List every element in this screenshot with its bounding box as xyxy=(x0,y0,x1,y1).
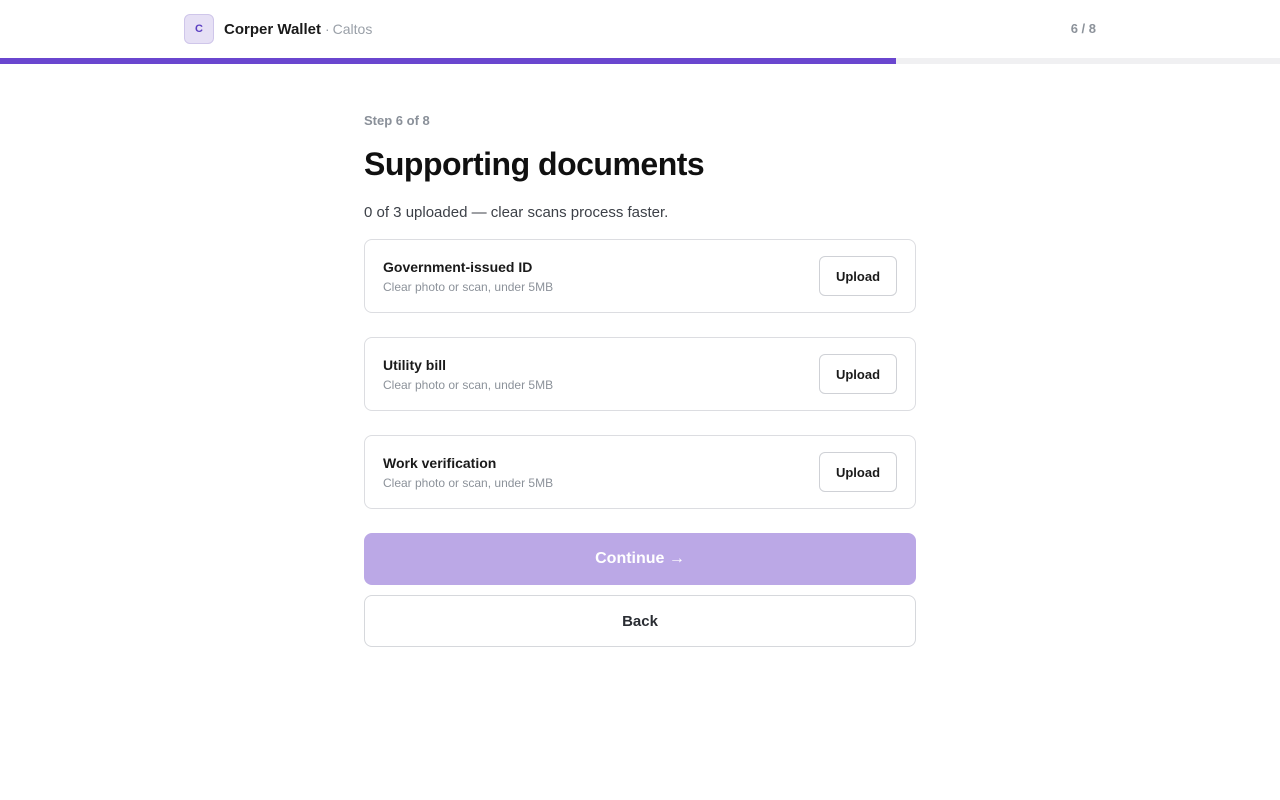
main-content: Step 6 of 8 Supporting documents 0 of 3 … xyxy=(364,113,916,647)
org-name: Caltos xyxy=(332,21,373,37)
upload-utility-bill-button[interactable]: Upload xyxy=(819,354,897,394)
document-hint: Clear photo or scan, under 5MB xyxy=(383,280,554,294)
document-hint: Clear photo or scan, under 5MB xyxy=(383,476,554,490)
document-name: Work verification xyxy=(383,455,497,471)
brand: C Corper Wallet · Caltos xyxy=(184,14,372,44)
document-list: Government-issued ID Clear photo or scan… xyxy=(364,239,916,509)
document-card-work-verification: Work verification Clear photo or scan, u… xyxy=(364,435,916,509)
document-name: Utility bill xyxy=(383,357,446,373)
app-name: Corper Wallet xyxy=(224,20,321,38)
progress-bar-fill xyxy=(0,58,896,64)
page-title: Supporting documents xyxy=(364,146,705,182)
step-counter: 6 / 8 xyxy=(1070,21,1096,36)
continue-button[interactable]: Continue → xyxy=(364,533,916,585)
org-avatar: C xyxy=(184,14,214,44)
upload-status: 0 of 3 uploaded — clear scans process fa… xyxy=(364,204,669,221)
back-button[interactable]: Back xyxy=(364,595,916,647)
brand-separator: · xyxy=(324,21,330,37)
top-bar: C Corper Wallet · Caltos 6 / 8 xyxy=(0,0,1280,58)
document-card-utility-bill: Utility bill Clear photo or scan, under … xyxy=(364,337,916,411)
document-card-government-id: Government-issued ID Clear photo or scan… xyxy=(364,239,916,313)
progress-bar xyxy=(0,58,1280,64)
document-name: Government-issued ID xyxy=(383,259,533,275)
upload-work-verification-button[interactable]: Upload xyxy=(819,452,897,492)
document-hint: Clear photo or scan, under 5MB xyxy=(383,378,554,392)
upload-government-id-button[interactable]: Upload xyxy=(819,256,897,296)
step-label: Step 6 of 8 xyxy=(364,113,430,128)
